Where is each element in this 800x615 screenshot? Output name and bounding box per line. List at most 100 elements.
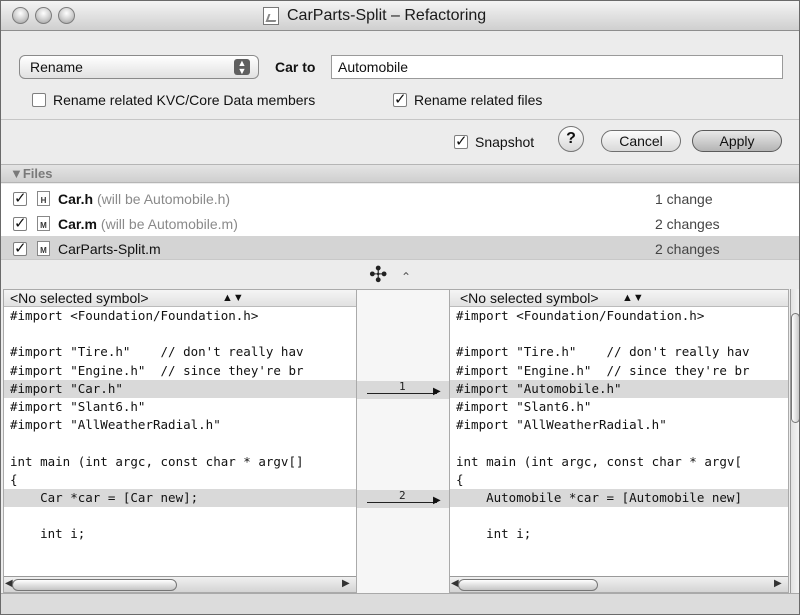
code-line: #import "Engine.h" // since they're br (456, 362, 750, 378)
document-icon (263, 7, 279, 25)
window-title: CarParts-Split – Refactoring (287, 7, 487, 24)
file-change-count: 2 changes (655, 215, 720, 232)
files-list: H Car.h(will be Automobile.h) 1 change M… (1, 184, 799, 261)
rename-files-option[interactable]: Rename related files (393, 90, 543, 108)
cursor-caret-icon: ⌃ (401, 270, 412, 284)
symbol-popup-label: <No selected symbol> (460, 290, 599, 306)
scroll-thumb[interactable] (791, 313, 799, 423)
symbol-popup-right[interactable]: <No selected symbol> ▲▼ (450, 290, 788, 307)
rename-files-label: Rename related files (414, 92, 543, 108)
rename-kvc-option[interactable]: Rename related KVC/Core Data members (32, 92, 315, 108)
symbol-popup-label: <No selected symbol> (10, 290, 149, 306)
file-rename-note: (will be Automobile.h) (97, 190, 231, 207)
change-gutter: 1 ▶ 2 ▶ (357, 289, 449, 593)
rename-kvc-label: Rename related KVC/Core Data members (53, 92, 316, 108)
change-number[interactable]: 2 (399, 489, 406, 502)
pane-splitter[interactable]: ✣ ⌃ (1, 259, 799, 289)
scroll-right-icon[interactable]: ▶ (342, 578, 350, 589)
files-section-header[interactable]: ▼Files (1, 164, 799, 183)
symbol-popup-left[interactable]: <No selected symbol> ▲▼ (4, 290, 356, 307)
help-button[interactable]: ? (558, 126, 584, 152)
change-arrow-icon: ▶ (433, 386, 441, 397)
file-name-group: Car.m (will be Automobile.m) (58, 216, 238, 232)
refactored-code-pane[interactable]: <No selected symbol> ▲▼ #import <Foundat… (449, 289, 789, 593)
popup-arrows-icon: ▲▼ (622, 292, 644, 304)
horizontal-scrollbar-left[interactable]: ◀ ▶ (4, 576, 356, 592)
code-line: #import "Tire.h" // don't really hav (456, 344, 750, 360)
code-line: #import "AllWeatherRadial.h" (456, 417, 667, 433)
scroll-thumb[interactable] (12, 579, 177, 591)
scroll-right-icon[interactable]: ▶ (774, 578, 782, 589)
title-bar[interactable]: CarParts-Split – Refactoring (1, 1, 799, 31)
rename-kvc-checkbox[interactable] (32, 93, 46, 107)
code-line: #import "Slant6.h" (456, 398, 592, 414)
code-line: #import "Tire.h" // don't really hav (10, 344, 304, 360)
file-rename-note: (will be Automobile.m) (100, 215, 238, 232)
file-change-count: 1 change (655, 190, 713, 207)
source-file-icon: M (37, 241, 50, 256)
snapshot-label: Snapshot (475, 134, 535, 150)
refactored-code[interactable]: #import <Foundation/Foundation.h> #impor… (450, 307, 788, 543)
code-line: #import "Slant6.h" (10, 398, 146, 414)
original-code[interactable]: #import <Foundation/Foundation.h> #impor… (4, 307, 356, 543)
file-include-checkbox[interactable] (13, 214, 27, 232)
snapshot-checkbox[interactable] (454, 132, 468, 150)
code-line: { (456, 471, 464, 487)
header-file-icon: H (37, 191, 50, 206)
file-name: CarParts-Split.m (58, 240, 161, 257)
cancel-button[interactable]: Cancel (601, 130, 681, 152)
refactor-operation-label: Rename (30, 59, 83, 75)
new-name-input[interactable] (331, 55, 783, 79)
changed-code-line: Car *car = [Car new]; (4, 488, 356, 508)
changed-code-line: #import "Automobile.h" (450, 379, 788, 398)
file-row[interactable]: M Car.m(will be Automobile.m) 2 changes (1, 211, 799, 236)
code-line: #import "AllWeatherRadial.h" (10, 417, 221, 433)
code-line: { (10, 471, 18, 487)
rename-from-label: Car to (275, 59, 316, 75)
change-arrow-line (367, 502, 437, 503)
change-arrow-icon: ▶ (433, 495, 441, 506)
file-change-count: 2 changes (655, 240, 720, 257)
file-name: Car.h (58, 190, 94, 207)
window-title-group: CarParts-Split – Refactoring (263, 6, 486, 26)
horizontal-scrollbar-right[interactable]: ◀ ▶ (450, 576, 788, 592)
changed-code-line: Automobile *car = [Automobile new] (450, 488, 788, 508)
refactor-operation-popup[interactable]: Rename ▲ ▼ (19, 55, 259, 79)
rename-files-checkbox[interactable] (393, 90, 407, 108)
changed-code-line: #import "Car.h" (4, 379, 356, 398)
file-name-group: Car.h (will be Automobile.h) (58, 191, 230, 207)
code-line: int main (int argc, const char * argv[ (456, 453, 742, 469)
file-row[interactable]: H Car.h(will be Automobile.h) 1 change (1, 186, 799, 211)
apply-button[interactable]: Apply (692, 130, 782, 152)
code-line: int i; (456, 526, 532, 542)
code-line: int i; (10, 526, 86, 542)
vertical-scrollbar[interactable] (790, 289, 799, 593)
file-name-group: CarParts-Split.m (58, 241, 161, 257)
refactoring-window: CarParts-Split – Refactoring Rename ▲ ▼ C… (0, 0, 800, 615)
minimize-window-icon[interactable] (35, 7, 52, 24)
resize-handle-icon[interactable]: ✣ (369, 262, 387, 288)
original-code-pane[interactable]: <No selected symbol> ▲▼ #import <Foundat… (3, 289, 357, 593)
code-line: #import "Engine.h" // since they're br (10, 362, 304, 378)
popup-arrows-icon: ▲▼ (234, 59, 250, 76)
zoom-window-icon[interactable] (58, 7, 75, 24)
snapshot-option[interactable]: Snapshot (454, 132, 535, 150)
bottom-bar (1, 593, 799, 614)
source-file-icon: M (37, 216, 50, 231)
file-include-checkbox[interactable] (13, 189, 27, 207)
popup-arrows-icon: ▲▼ (222, 292, 244, 304)
scroll-thumb[interactable] (458, 579, 598, 591)
change-arrow-line (367, 393, 437, 394)
file-row[interactable]: M CarParts-Split.m 2 changes (1, 236, 799, 261)
close-window-icon[interactable] (12, 7, 29, 24)
file-include-checkbox[interactable] (13, 239, 27, 257)
code-line: int main (int argc, const char * argv[] (10, 453, 304, 469)
file-name: Car.m (58, 215, 97, 232)
change-number[interactable]: 1 (399, 380, 406, 393)
toolbar-divider (1, 119, 799, 120)
